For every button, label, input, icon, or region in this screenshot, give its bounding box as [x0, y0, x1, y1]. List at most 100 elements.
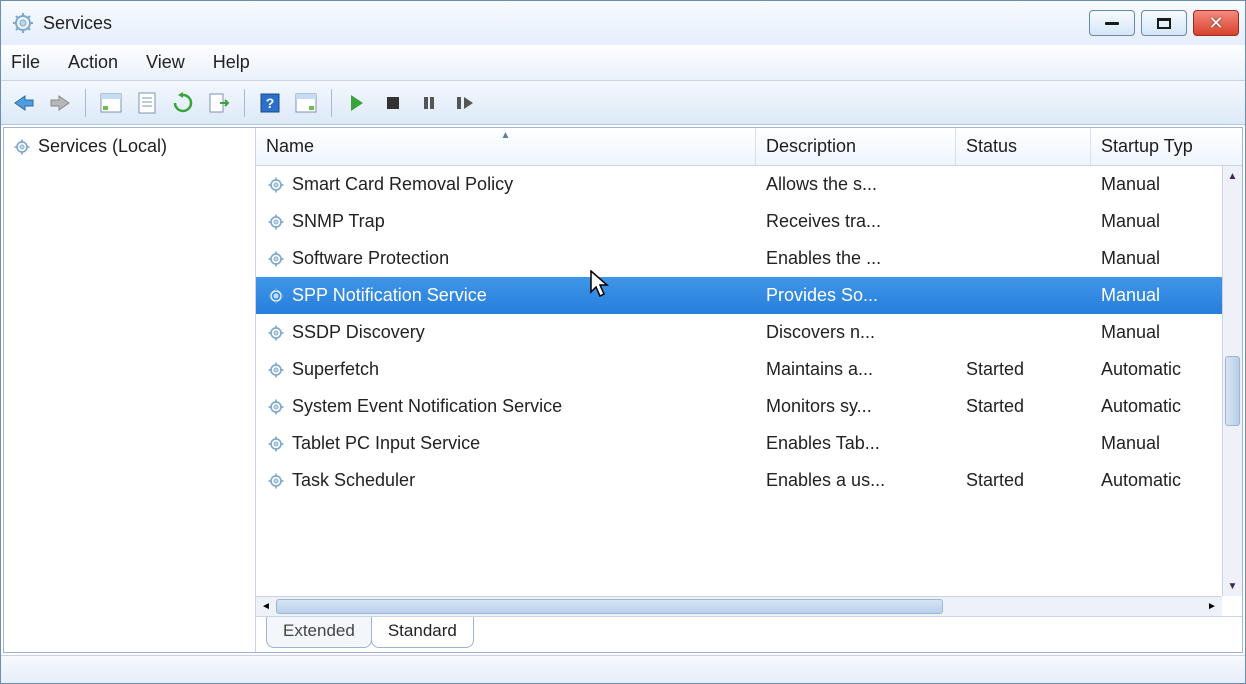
toolbar-separator	[331, 89, 332, 117]
menu-file[interactable]: File	[11, 52, 40, 73]
main-area: Services (Local) ▲ Name Description Stat…	[3, 127, 1243, 653]
gear-icon	[266, 397, 286, 417]
scroll-up-arrow-icon[interactable]: ▲	[1223, 166, 1242, 186]
scroll-left-arrow-icon[interactable]: ◄	[256, 597, 276, 616]
service-row[interactable]: Tablet PC Input Service Enables Tab... Man…	[256, 425, 1242, 462]
menu-action[interactable]: Action	[68, 52, 118, 73]
menu-help[interactable]: Help	[213, 52, 250, 73]
hscroll-track[interactable]	[276, 597, 1202, 616]
service-startup-type: Manual	[1091, 322, 1231, 343]
service-startup-type: Automatic	[1091, 470, 1231, 491]
service-startup-type: Manual	[1091, 211, 1231, 232]
gear-icon	[266, 323, 286, 343]
scroll-right-arrow-icon[interactable]: ►	[1202, 597, 1222, 616]
service-description: Enables the ...	[756, 248, 956, 269]
col-header-description[interactable]: Description	[756, 128, 956, 165]
sidebar-tree[interactable]: Services (Local)	[4, 128, 256, 652]
vscroll-track[interactable]	[1223, 186, 1242, 576]
service-row[interactable]: SSDP Discovery Discovers n... Manual	[256, 314, 1242, 351]
col-header-startup-type[interactable]: Startup Typ	[1091, 128, 1231, 165]
back-arrow-icon	[13, 94, 35, 112]
restart-icon	[455, 95, 475, 111]
toolbar-separator	[244, 89, 245, 117]
service-row[interactable]: SPP Notification Service Provides So... Ma…	[256, 277, 1242, 314]
sidebar-item-services-local[interactable]: Services (Local)	[8, 134, 251, 159]
service-description: Receives tra...	[756, 211, 956, 232]
back-button[interactable]	[9, 88, 39, 118]
help-button[interactable]: ?	[255, 88, 285, 118]
hscroll-thumb[interactable]	[276, 599, 943, 614]
properties-icon	[137, 92, 157, 114]
start-service-button[interactable]	[342, 88, 372, 118]
service-name: SNMP Trap	[292, 211, 385, 232]
service-description: Discovers n...	[756, 322, 956, 343]
col-header-name[interactable]: ▲ Name	[256, 128, 756, 165]
service-startup-type: Automatic	[1091, 396, 1231, 417]
tab-extended[interactable]: Extended	[266, 617, 372, 648]
service-row[interactable]: Superfetch Maintains a...StartedAutomatic	[256, 351, 1242, 388]
menubar: File Action View Help	[1, 45, 1245, 81]
service-startup-type: Manual	[1091, 433, 1231, 454]
service-name: Tablet PC Input Service	[292, 433, 480, 454]
stop-service-button[interactable]	[378, 88, 408, 118]
column-headers: ▲ Name Description Status Startup Typ	[256, 128, 1242, 166]
service-list[interactable]: Smart Card Removal Policy Allows the s...…	[256, 166, 1242, 596]
service-name: Smart Card Removal Policy	[292, 174, 513, 195]
tab-standard[interactable]: Standard	[371, 617, 474, 648]
scroll-down-arrow-icon[interactable]: ▼	[1223, 576, 1242, 596]
maximize-button[interactable]	[1141, 10, 1187, 36]
pause-service-button[interactable]	[414, 88, 444, 118]
gear-icon	[266, 212, 286, 232]
service-row[interactable]: Smart Card Removal Policy Allows the s...…	[256, 166, 1242, 203]
service-startup-type: Manual	[1091, 248, 1231, 269]
window-title: Services	[43, 13, 1089, 34]
gear-icon	[266, 249, 286, 269]
stop-icon	[385, 95, 401, 111]
service-row[interactable]: Task SchedulerEnables a us...StartedAuto…	[256, 462, 1242, 499]
service-status: Started	[956, 359, 1091, 380]
statusbar	[1, 655, 1245, 683]
titlebar[interactable]: Services ✕	[1, 1, 1245, 45]
pause-icon	[421, 95, 437, 111]
service-description: Enables Tab...	[756, 433, 956, 454]
service-description: Provides So...	[756, 285, 956, 306]
service-description: Maintains a...	[756, 359, 956, 380]
service-startup-type: Manual	[1091, 285, 1231, 306]
service-name: SSDP Discovery	[292, 322, 425, 343]
service-startup-type: Manual	[1091, 174, 1231, 195]
service-name: Superfetch	[292, 359, 379, 380]
sidebar-item-label: Services (Local)	[38, 136, 167, 157]
service-row[interactable]: Software Protection Enables the ... Manual	[256, 240, 1242, 277]
show-hide-console-tree-button[interactable]	[96, 88, 126, 118]
svg-text:?: ?	[266, 95, 275, 111]
gear-icon	[12, 137, 32, 157]
refresh-button[interactable]	[168, 88, 198, 118]
vscroll-thumb[interactable]	[1225, 356, 1240, 426]
forward-arrow-icon	[49, 94, 71, 112]
service-startup-type: Automatic	[1091, 359, 1231, 380]
export-list-button[interactable]	[204, 88, 234, 118]
service-description: Allows the s...	[756, 174, 956, 195]
forward-button[interactable]	[45, 88, 75, 118]
sort-ascending-icon: ▲	[501, 130, 511, 141]
action-pane-icon	[295, 93, 317, 113]
vertical-scrollbar[interactable]: ▲ ▼	[1222, 166, 1242, 596]
service-name: Software Protection	[292, 248, 449, 269]
gear-icon	[266, 286, 286, 306]
menu-view[interactable]: View	[146, 52, 185, 73]
minimize-button[interactable]	[1089, 10, 1135, 36]
service-name: SPP Notification Service	[292, 285, 487, 306]
show-hide-action-pane-button[interactable]	[291, 88, 321, 118]
service-name: System Event Notification Service	[292, 396, 562, 417]
service-row[interactable]: System Event Notification ServiceMonitor…	[256, 388, 1242, 425]
close-button[interactable]: ✕	[1193, 10, 1239, 36]
service-name: Task Scheduler	[292, 470, 415, 491]
properties-button[interactable]	[132, 88, 162, 118]
services-window: Services ✕ File Action View Help	[0, 0, 1246, 684]
toolbar: ?	[1, 81, 1245, 125]
horizontal-scrollbar[interactable]: ◄ ►	[256, 596, 1222, 616]
view-tabs: Extended Standard	[256, 616, 1242, 652]
col-header-status[interactable]: Status	[956, 128, 1091, 165]
restart-service-button[interactable]	[450, 88, 480, 118]
service-row[interactable]: SNMP Trap Receives tra... Manual	[256, 203, 1242, 240]
